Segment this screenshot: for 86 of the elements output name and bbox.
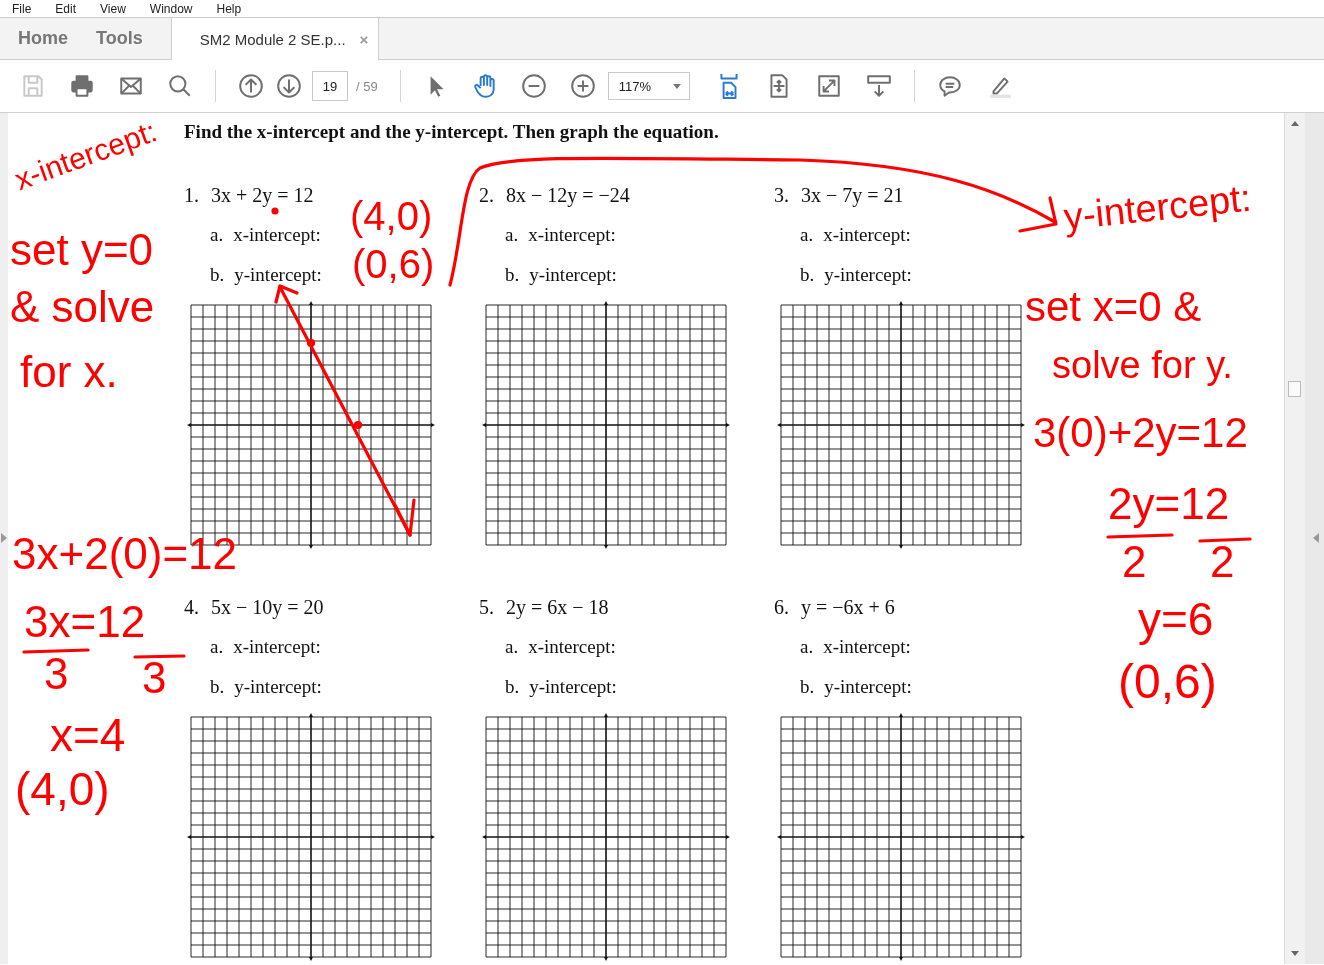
handwritten-note: set x=0 &: [1025, 286, 1202, 328]
part-label: y-intercept:: [234, 264, 322, 286]
menu-item[interactable]: Help: [216, 1, 242, 16]
tab[interactable]: Home: [4, 18, 82, 59]
handwritten-note: 2: [1210, 540, 1235, 584]
zoom-dropdown[interactable]: 117%: [607, 72, 690, 100]
menu-item[interactable]: Edit: [55, 1, 77, 16]
hand-icon[interactable]: [471, 73, 498, 99]
part-letter: a.: [210, 224, 224, 246]
problem-number: 4.: [184, 595, 199, 619]
handwritten-note: 3x+2(0)=12: [12, 532, 238, 576]
problem-number: 2.: [479, 183, 494, 207]
scroll-thumb[interactable]: [1288, 381, 1301, 397]
handwritten-note: x=4: [50, 712, 126, 758]
handwritten-note: & solve: [10, 285, 155, 329]
caret-icon: [672, 83, 681, 89]
part-label: y-intercept:: [234, 676, 322, 698]
instruction-text: Find the x-intercept and the y-intercept. Then graph the equation.: [184, 121, 720, 143]
part-letter: a.: [505, 224, 519, 246]
vertical-scrollbar[interactable]: [1284, 113, 1305, 964]
part-letter: a.: [800, 224, 814, 246]
handwritten-note: (0,6): [1118, 658, 1217, 706]
part-label: x-intercept:: [528, 224, 616, 246]
handwritten-note: 2: [1122, 540, 1147, 584]
handwritten-note: for x.: [20, 350, 118, 394]
expand-icon[interactable]: [815, 73, 842, 99]
part-letter: a.: [505, 636, 519, 658]
scroll-up-icon[interactable]: [1291, 121, 1299, 126]
part-label: x-intercept:: [823, 636, 911, 658]
part-letter: b.: [210, 676, 225, 698]
part-letter: b.: [800, 264, 815, 286]
speech-bubble-icon[interactable]: [936, 73, 963, 99]
fraction-bar: [1198, 537, 1252, 543]
page-count: / 59: [356, 78, 378, 94]
up-arrow-circle-icon[interactable]: [238, 73, 264, 99]
handwritten-note: (4,0): [350, 196, 433, 236]
equation: y = −6x + 6: [801, 595, 895, 619]
handwritten-note: 3(0)+2y=12: [1033, 412, 1248, 454]
part-label: y-intercept:: [529, 676, 617, 698]
plus-circle-icon[interactable]: [569, 73, 596, 99]
part-label: x-intercept:: [233, 636, 321, 658]
part-letter: b.: [505, 676, 520, 698]
fraction-bar: [1106, 533, 1174, 539]
problem-number: 1.: [184, 183, 199, 207]
equation: 8x − 12y = −24: [506, 183, 630, 207]
handwritten-note: (0,6): [352, 244, 435, 284]
part-letter: b.: [210, 264, 225, 286]
equation: 3x + 2y = 12: [211, 183, 314, 207]
handwritten-note: solve for y.: [1052, 346, 1233, 384]
scroll-down-icon[interactable]: [1291, 951, 1299, 956]
handwritten-note: 2y=12: [1108, 482, 1230, 526]
part-letter: b.: [505, 264, 520, 286]
printer-icon[interactable]: [69, 73, 95, 99]
part-label: x-intercept:: [823, 224, 911, 246]
menu-item[interactable]: File: [12, 1, 32, 16]
equation: 2y = 6x − 18: [506, 595, 609, 619]
tray-down-arrow-icon[interactable]: [865, 73, 892, 99]
page-number-field[interactable]: 19: [312, 71, 348, 101]
ink-dot: [271, 207, 279, 215]
tab[interactable]: SM2 Module 2 SE.p... ×: [170, 18, 380, 60]
part-label: x-intercept:: [528, 636, 616, 658]
handwritten-note: 3: [142, 656, 167, 700]
handwritten-note: set y=0: [10, 228, 154, 272]
part-label: x-intercept:: [233, 224, 321, 246]
menu-item[interactable]: View: [100, 1, 126, 16]
problem-number: 5.: [479, 595, 494, 619]
fraction-bar: [133, 654, 186, 659]
problem-number: 3.: [774, 183, 789, 207]
part-letter: b.: [800, 676, 815, 698]
handwritten-note: y-intercept:: [1062, 178, 1253, 236]
problem-number: 6.: [774, 595, 789, 619]
handwritten-note: 3: [44, 652, 69, 696]
part-label: y-intercept:: [824, 264, 912, 286]
handwritten-note: 3x=12: [24, 600, 146, 644]
part-letter: a.: [800, 636, 814, 658]
equation: 5x − 10y = 20: [211, 595, 324, 619]
minus-circle-icon[interactable]: [520, 73, 547, 99]
fraction-bar: [22, 648, 90, 654]
part-letter: a.: [210, 636, 224, 658]
part-label: y-intercept:: [529, 264, 617, 286]
menu-item[interactable]: Window: [149, 1, 193, 16]
search-icon[interactable]: [167, 73, 193, 99]
down-arrow-circle-icon[interactable]: [276, 73, 302, 99]
tab[interactable]: Tools: [82, 18, 157, 59]
part-label: y-intercept:: [824, 676, 912, 698]
equation: 3x − 7y = 21: [801, 183, 904, 207]
